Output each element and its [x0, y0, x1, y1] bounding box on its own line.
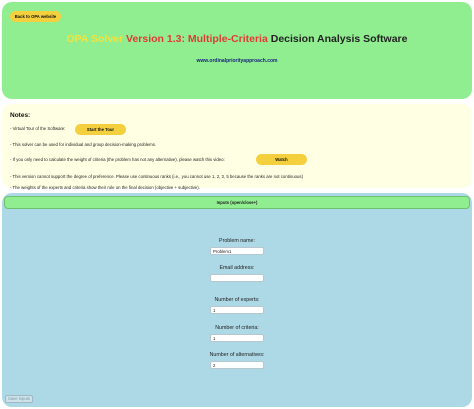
back-to-opa-website-button[interactable]: Back to OPA website — [10, 11, 61, 22]
problem-name-label: Problem name: — [219, 238, 255, 244]
problem-name-input[interactable] — [210, 247, 264, 255]
email-input[interactable] — [210, 274, 264, 282]
criteria-label: Number of criteria: — [215, 325, 259, 331]
experts-label: Number of experts: — [214, 297, 260, 303]
save-inputs-button[interactable]: Save inputs — [5, 395, 33, 403]
note-weights-role: - The weights of the experts and criteri… — [10, 185, 200, 190]
notes-title: Notes: — [10, 112, 31, 119]
inputs-panel: Inputs (open/close+) Problem name: Email… — [2, 193, 472, 407]
note-individual-group: - This solver can be used for individual… — [10, 142, 157, 147]
title-part-opa-solver: OPA Solver — [66, 33, 124, 45]
note-weight-video: - If you only need to calculate the weig… — [10, 157, 225, 162]
alternatives-label: Number of alternatives: — [209, 352, 265, 358]
note-continuous-ranks: - This version cannot support the degree… — [10, 174, 304, 179]
inputs-toggle-bar[interactable]: Inputs (open/close+) — [4, 196, 470, 209]
start-tour-button[interactable]: Start the Tour — [75, 124, 126, 135]
watch-video-button[interactable]: Watch — [256, 154, 307, 165]
notes-panel: Notes: - Virtual Tour of the Software: S… — [2, 104, 472, 201]
email-label: Email address: — [219, 265, 255, 271]
page-title: OPA Solver Version 1.3: Multiple-Criteri… — [2, 33, 472, 45]
title-part-software: Decision Analysis Software — [267, 33, 408, 45]
note-virtual-tour-text: - Virtual Tour of the Software: — [10, 126, 66, 131]
title-part-version: Version 1.3: — [123, 33, 188, 45]
experts-input[interactable] — [210, 306, 264, 314]
criteria-input[interactable] — [210, 334, 264, 342]
alternatives-input[interactable] — [210, 361, 264, 369]
title-part-mcda: Multiple-Criteria — [187, 33, 268, 45]
header-panel: Back to OPA website OPA Solver Version 1… — [2, 2, 472, 99]
website-link[interactable]: www.ordinalpriorityapproach.com — [2, 58, 472, 64]
